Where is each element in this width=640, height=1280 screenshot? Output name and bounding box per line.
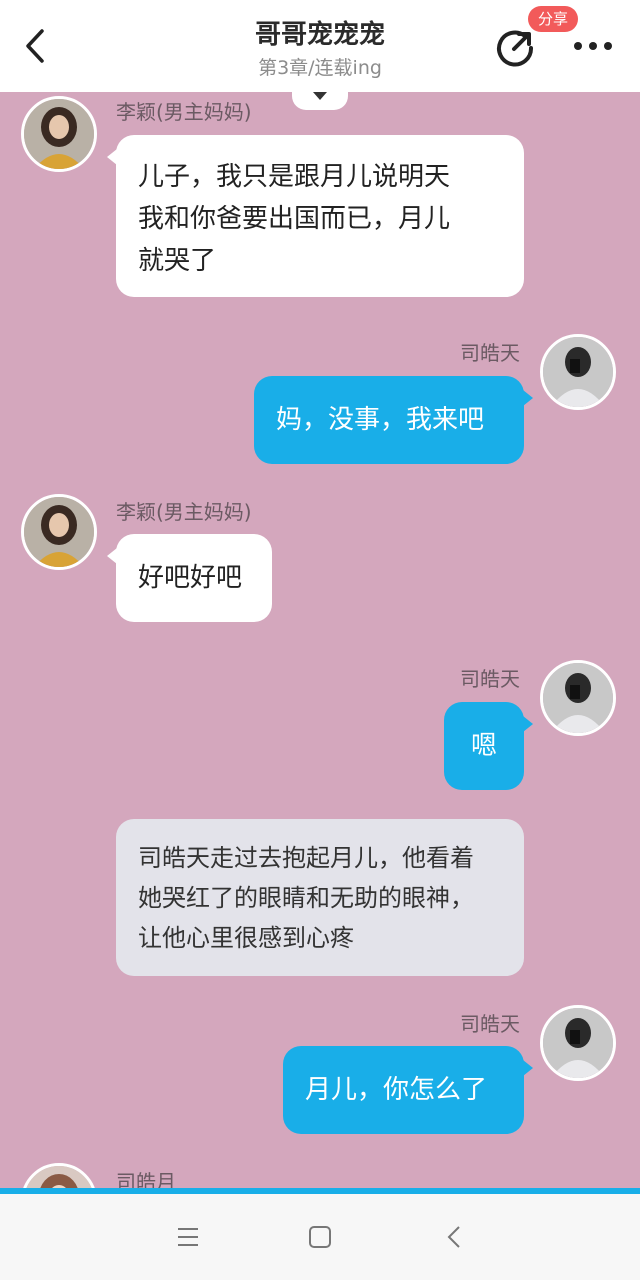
menu-icon	[178, 1228, 198, 1246]
nav-back-button[interactable]	[440, 1222, 470, 1252]
message-line: 妈，没事，我来吧	[276, 405, 485, 435]
top-bar: 哥哥宠宠宠 第3章/连载ing 分享	[0, 0, 640, 92]
avatar-si-haotian[interactable]	[540, 660, 616, 736]
nav-menu-button[interactable]	[173, 1222, 203, 1252]
narration-bubble: 司皓天走过去抱起月儿，他看着 她哭红了的眼睛和无助的眼神， 让他心里很感到心疼	[116, 819, 524, 976]
message-line: 好吧好吧	[138, 563, 243, 593]
message-bubble-left: 儿子，我只是跟月儿说明天 我和你爸要出国而已，月儿 就哭了	[107, 135, 524, 297]
avatar-li-ying[interactable]	[21, 494, 97, 570]
speaker-name: 司皓天	[460, 667, 520, 691]
speaker-name: 司皓天	[460, 1012, 520, 1036]
message-bubble-right: 月儿，你怎么了	[283, 1046, 533, 1134]
message-line: 嗯	[470, 731, 497, 761]
home-square-icon	[309, 1226, 331, 1248]
speaker-name: 李颖(男主妈妈)	[116, 100, 252, 124]
speaker-name: 司皓天	[460, 341, 520, 365]
avatar-li-ying[interactable]	[21, 96, 97, 172]
system-nav-bar	[0, 1194, 640, 1280]
avatar-si-haotian[interactable]	[540, 334, 616, 410]
more-button[interactable]	[572, 36, 614, 56]
collapse-tab[interactable]	[292, 84, 348, 110]
avatar-si-haotian[interactable]	[540, 1005, 616, 1081]
share-badge[interactable]: 分享	[528, 6, 579, 32]
message-bubble-right: 嗯	[444, 702, 533, 790]
share-button[interactable]	[495, 26, 537, 68]
message-bubble-left: 好吧好吧	[107, 534, 272, 622]
message-bubble-right: 妈，没事，我来吧	[254, 376, 533, 464]
message-line: 儿子，我只是跟月儿说明天	[138, 162, 451, 192]
more-dots-icon	[574, 42, 612, 50]
back-chevron-icon	[447, 1226, 460, 1248]
narration-line: 她哭红了的眼睛和无助的眼神，	[138, 884, 474, 912]
narration-line: 让他心里很感到心疼	[138, 924, 354, 952]
narration-line: 司皓天走过去抱起月儿，他看着	[138, 844, 474, 872]
chevron-down-icon	[313, 92, 327, 100]
speaker-name: 李颖(男主妈妈)	[116, 500, 252, 524]
message-line: 月儿，你怎么了	[305, 1075, 488, 1105]
message-line: 就哭了	[138, 246, 217, 276]
message-line: 我和你爸要出国而已，月儿	[138, 204, 451, 234]
share-icon	[497, 30, 534, 67]
nav-home-button[interactable]	[305, 1222, 335, 1252]
chapter-subtitle: 第3章/连载ing	[258, 57, 382, 79]
